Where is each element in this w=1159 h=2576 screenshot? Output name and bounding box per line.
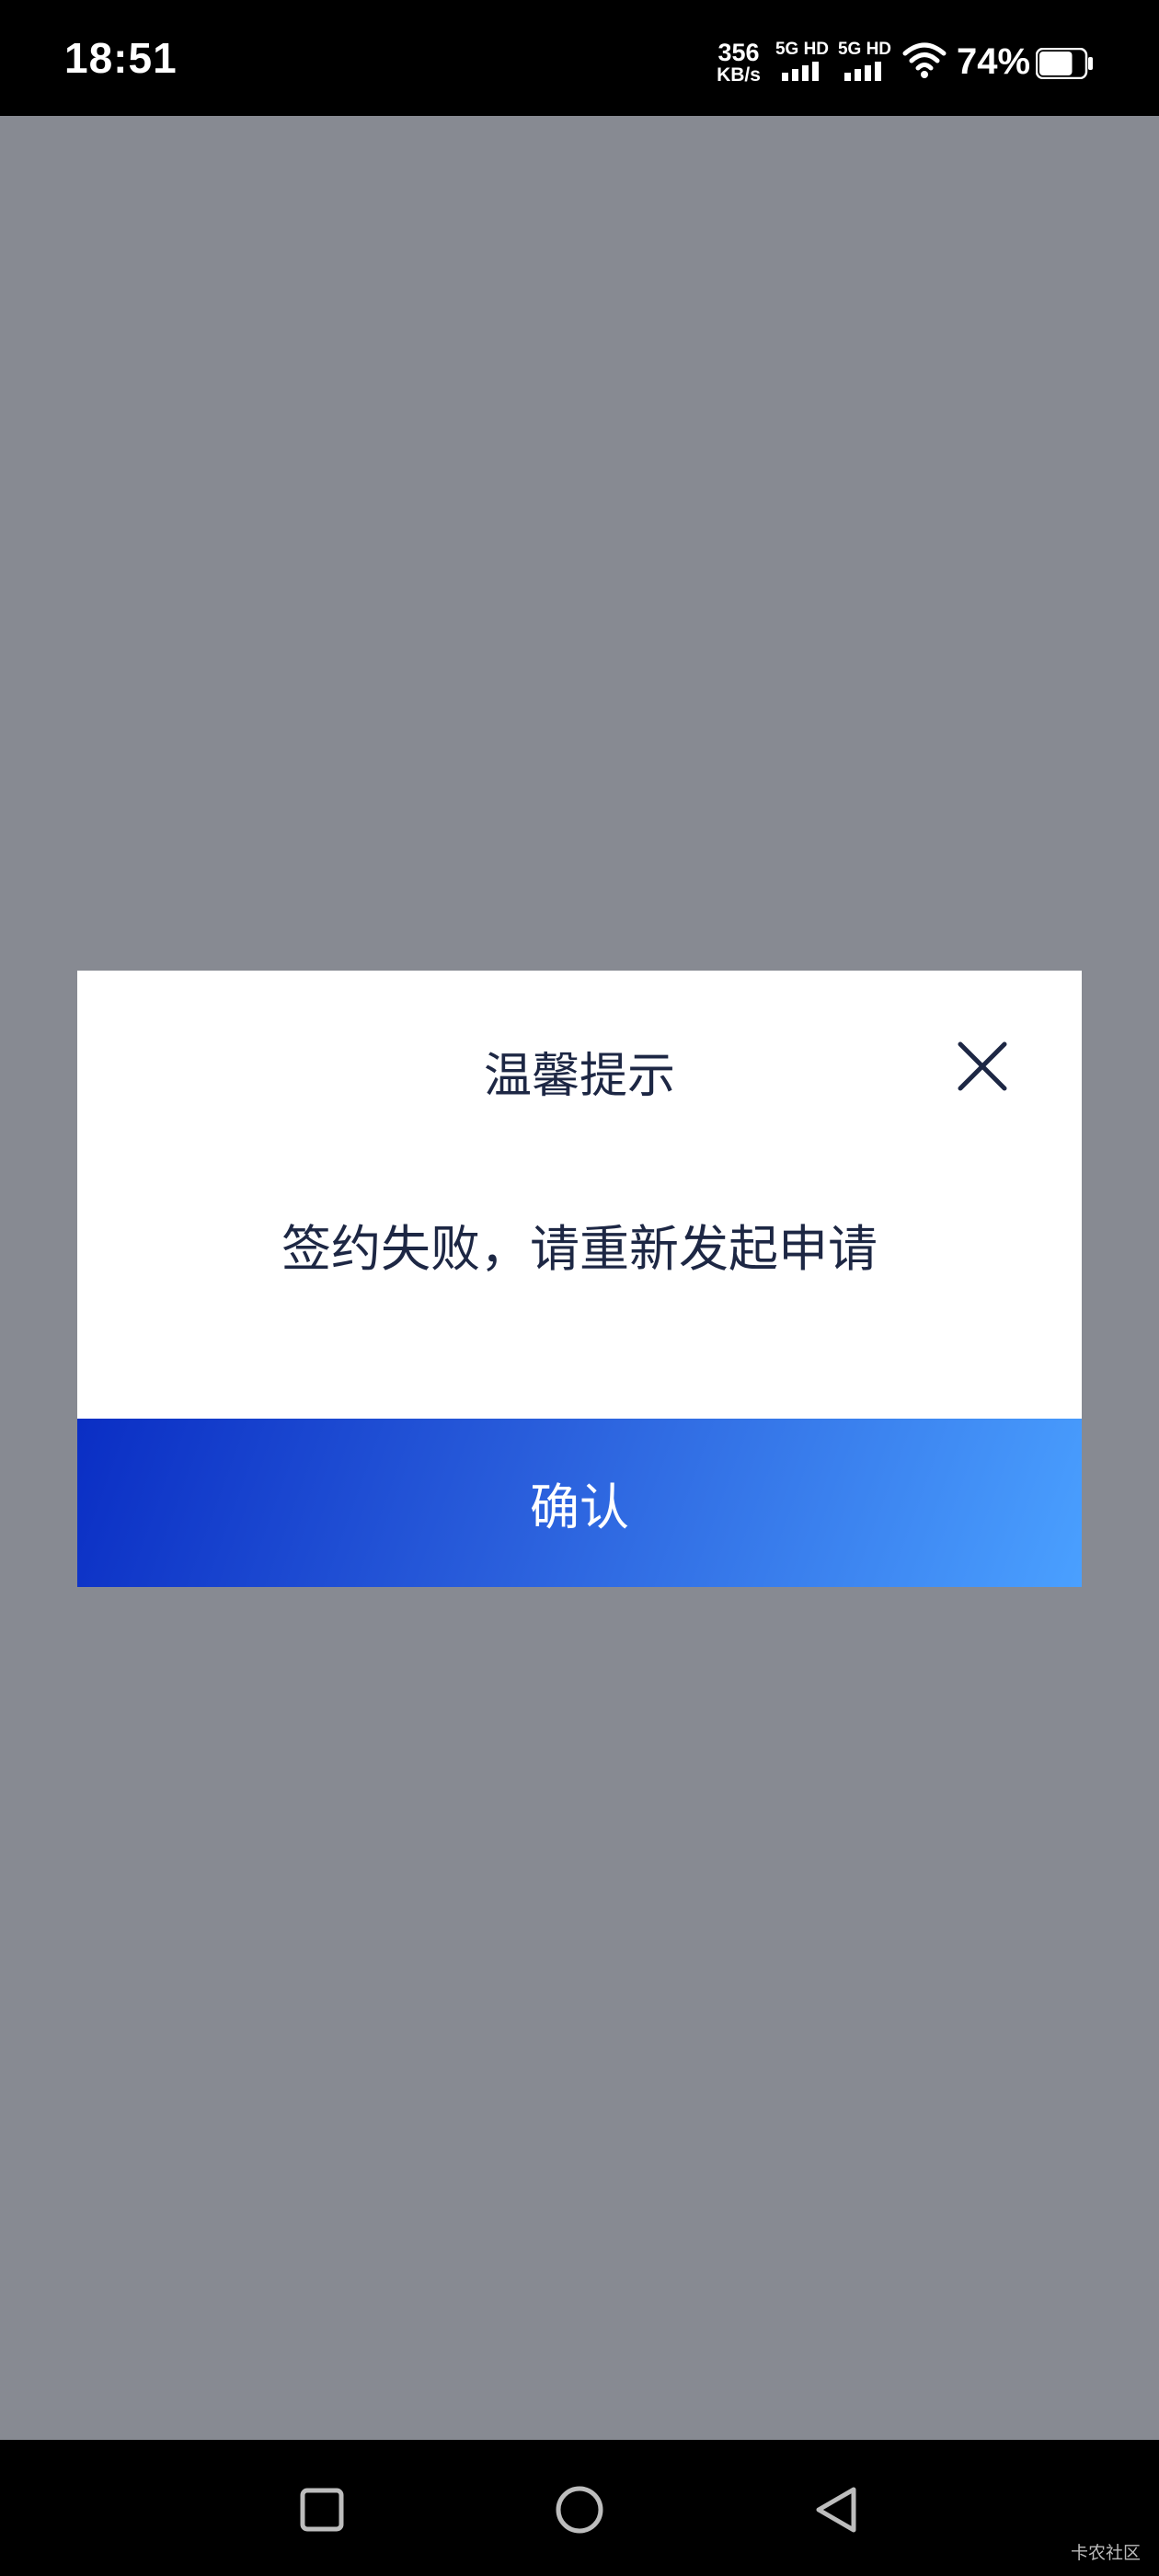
close-icon [958, 1041, 1007, 1091]
back-triangle-icon [816, 2487, 856, 2533]
wifi-icon [902, 42, 947, 78]
home-button[interactable] [552, 2482, 607, 2537]
status-bar: 18:51 356 KB/s 5G HD 5G HD 74% [0, 0, 1159, 116]
battery-percent: 74% [957, 41, 1031, 82]
network-speed-unit: KB/s [717, 64, 761, 86]
confirm-button[interactable]: 确认 [77, 1419, 1082, 1587]
battery-icon [1036, 48, 1093, 79]
status-time: 18:51 [64, 34, 178, 82]
home-circle-icon [556, 2486, 603, 2534]
watermark: 卡农社区 [1070, 2543, 1141, 2563]
signal-icon [844, 62, 881, 81]
alert-dialog: 温馨提示 签约失败，请重新发起申请 确认 [77, 971, 1082, 1587]
dialog-message: 签约失败，请重新发起申请 [281, 1220, 878, 1278]
network-speed: 356 KB/s [714, 39, 763, 86]
navigation-bar [0, 2440, 1159, 2576]
recents-square-icon [300, 2488, 344, 2532]
sim1-network-label: 5G HD [775, 40, 830, 59]
close-button[interactable] [953, 1037, 1012, 1096]
back-button[interactable] [809, 2482, 865, 2537]
network-speed-value: 356 [717, 39, 760, 66]
sim2-network-label: 5G HD [837, 40, 892, 59]
dialog-title: 温馨提示 [483, 1049, 675, 1104]
sim2-signal: 5G HD [835, 40, 894, 81]
sim1-signal: 5G HD [773, 40, 832, 81]
recents-button[interactable] [294, 2482, 350, 2537]
signal-icon [782, 62, 819, 81]
